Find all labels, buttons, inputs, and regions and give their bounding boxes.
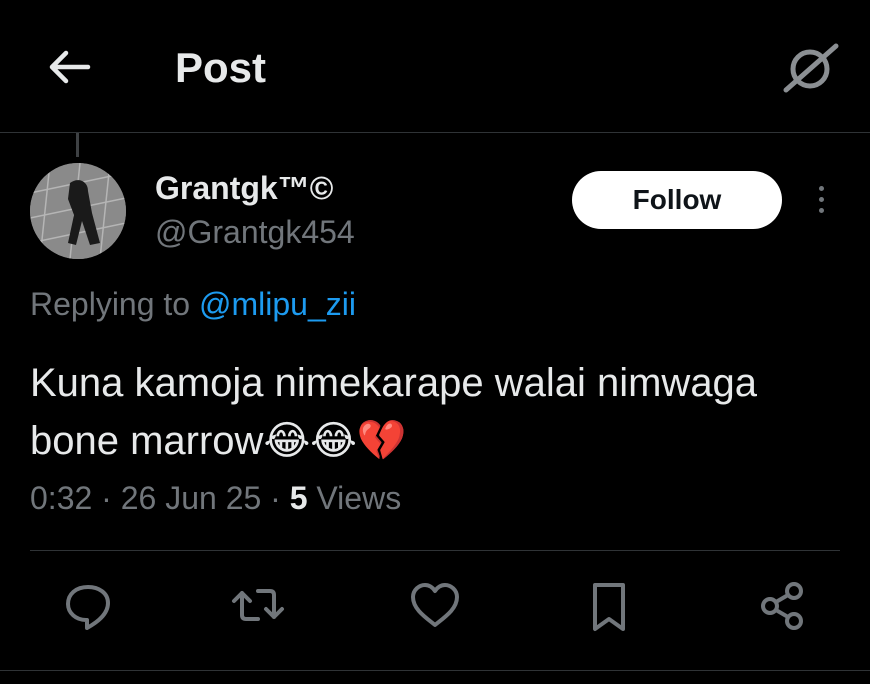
- replying-prefix: Replying to: [30, 286, 199, 322]
- author-handle: @Grantgk454: [155, 214, 355, 250]
- views-count: 5: [289, 480, 308, 516]
- reply-to-link[interactable]: @mlipu_zii: [199, 286, 356, 322]
- views-label: Views: [307, 480, 402, 516]
- avatar[interactable]: [30, 163, 126, 259]
- follow-button[interactable]: Follow: [572, 171, 782, 229]
- like-heart-icon[interactable]: [405, 575, 465, 635]
- tweet-emojis: 😂😂💔: [263, 418, 407, 464]
- back-arrow-icon[interactable]: [44, 45, 92, 89]
- more-options-icon[interactable]: [808, 180, 834, 224]
- repost-icon[interactable]: [228, 575, 288, 635]
- reply-icon[interactable]: [58, 575, 118, 635]
- divider: [30, 550, 840, 551]
- replying-to: Replying to @mlipu_zii: [30, 286, 356, 323]
- tweet-meta: 0:32 · 26 Jun 25 · 5 Views: [30, 480, 401, 517]
- grok-icon[interactable]: [780, 40, 840, 96]
- timestamp: 0:32 · 26 Jun 25 ·: [30, 480, 290, 516]
- bookmark-icon[interactable]: [579, 575, 639, 635]
- page-title: Post: [175, 44, 267, 91]
- top-bar: Post: [0, 0, 870, 133]
- action-bar: [0, 575, 870, 645]
- author-name[interactable]: Grantgk™©: [155, 170, 333, 207]
- tweet-text: Kuna kamoja nimekarape walai nimwaga bon…: [30, 354, 850, 470]
- bottom-divider: [0, 670, 870, 671]
- thread-connector-line: [76, 133, 79, 157]
- share-icon[interactable]: [752, 575, 812, 635]
